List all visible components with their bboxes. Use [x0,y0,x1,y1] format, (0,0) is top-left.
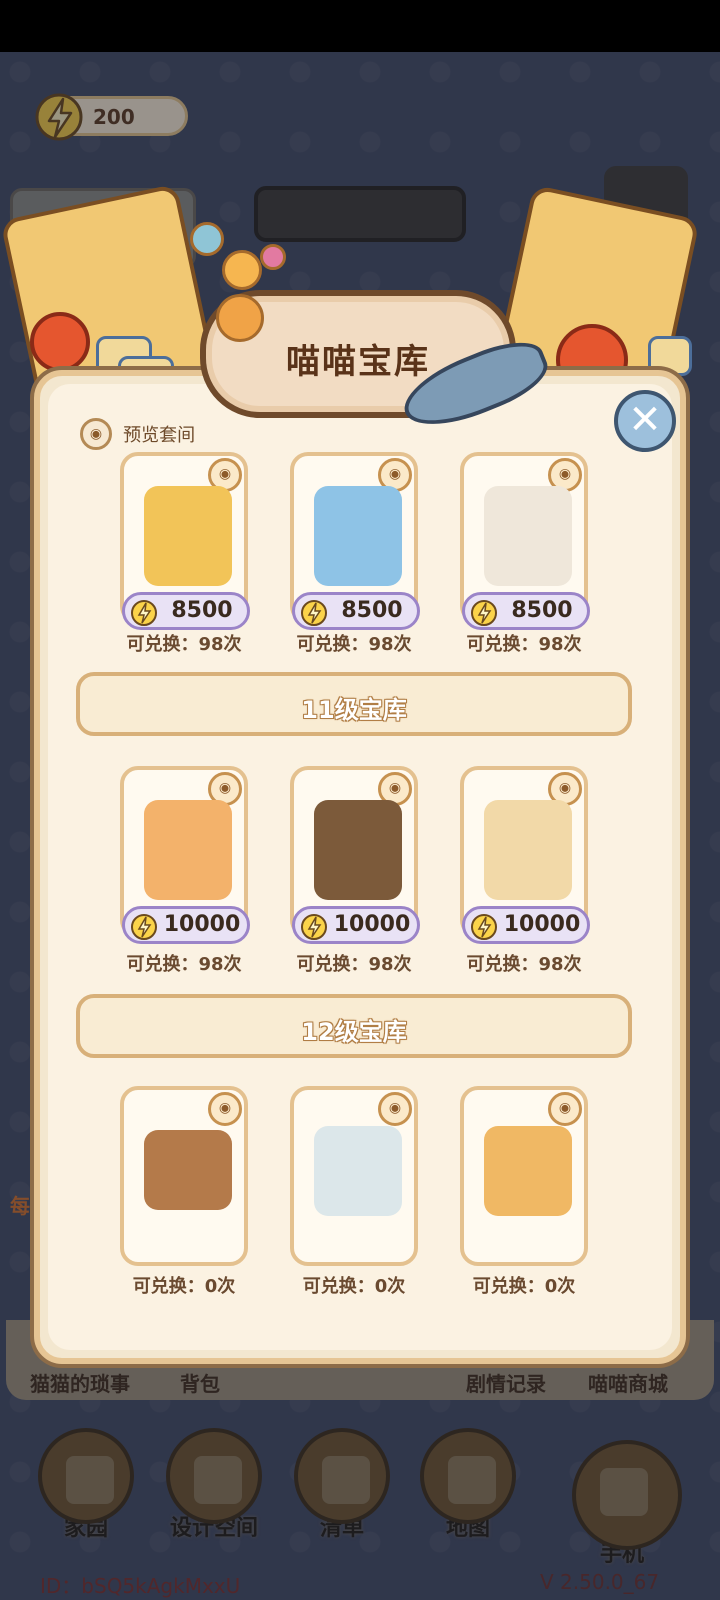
eye-icon[interactable]: ◉ [378,1092,412,1126]
price-value: 10000 [163,912,241,937]
section-title: 11级宝库 [301,696,407,724]
exchange-count: 可兑换：98次 [296,954,412,975]
eye-icon: ◉ [80,418,112,450]
price-tag: 10000 [462,906,590,944]
item-card[interactable]: ◉ 10000 [460,766,590,944]
cat-tree-house-image [484,1126,572,1216]
status-bar [0,0,720,52]
framed-painting-image [314,800,402,900]
exchange-count: 可兑换：0次 [472,1276,576,1297]
item-card[interactable]: ◉ [460,1086,588,1266]
wave-scroll-painting-image [314,1126,402,1216]
preview-suite-label: 预览套间 [123,425,196,446]
checker-rug-image [144,1130,232,1210]
section-header: 12级宝库 [76,994,632,1058]
section-header: 11级宝库 [76,672,632,736]
lightning-icon [131,914,157,940]
price-value: 8500 [171,598,233,623]
item-card[interactable]: ◉ 8500 [120,452,250,630]
lightning-icon [301,914,327,940]
lightning-icon [471,914,497,940]
price-value: 10000 [503,912,581,937]
item-card[interactable]: ◉ 8500 [290,452,420,630]
item-card[interactable]: ◉ [290,1086,418,1266]
cat-feeder-image [484,486,572,586]
eye-icon[interactable]: ◉ [208,1092,242,1126]
item-card[interactable]: ◉ 8500 [460,452,590,630]
cat-water-bowl-image [314,486,402,586]
lightning-icon [471,600,497,626]
exchange-count: 可兑换：98次 [296,634,412,655]
exchange-count: 可兑换：98次 [466,634,582,655]
item-card[interactable]: ◉ 10000 [120,766,250,944]
item-card[interactable]: ◉ [120,1086,248,1266]
item-card[interactable]: ◉ 10000 [290,766,420,944]
price-value: 8500 [341,598,403,623]
price-tag: 10000 [122,906,250,944]
eye-icon[interactable]: ◉ [548,1092,582,1126]
price-value: 10000 [333,912,411,937]
price-tag: 8500 [292,592,420,630]
lightning-icon [131,600,157,626]
flower-decoration [190,222,224,256]
flower-decoration [222,250,262,290]
preview-suite-button[interactable]: ◉ 预览套间 [80,418,195,450]
exchange-count: 可兑换：0次 [302,1276,406,1297]
price-tag: 8500 [122,592,250,630]
window-curtain-image [484,800,572,900]
exchange-count: 可兑换：0次 [132,1276,236,1297]
exchange-count: 可兑换：98次 [126,634,242,655]
close-button[interactable]: ✕ [614,390,676,452]
exchange-count: 可兑换：98次 [466,954,582,975]
cat-window-bed-image [144,800,232,900]
price-value: 8500 [511,598,573,623]
cat-litter-box-image [144,486,232,586]
section-title: 12级宝库 [301,1018,407,1046]
flower-decoration [260,244,286,270]
close-icon: ✕ [628,397,662,443]
price-tag: 10000 [292,906,420,944]
exchange-count: 可兑换：98次 [126,954,242,975]
price-tag: 8500 [462,592,590,630]
lightning-icon [301,600,327,626]
yarn-ball-decoration [30,312,90,372]
